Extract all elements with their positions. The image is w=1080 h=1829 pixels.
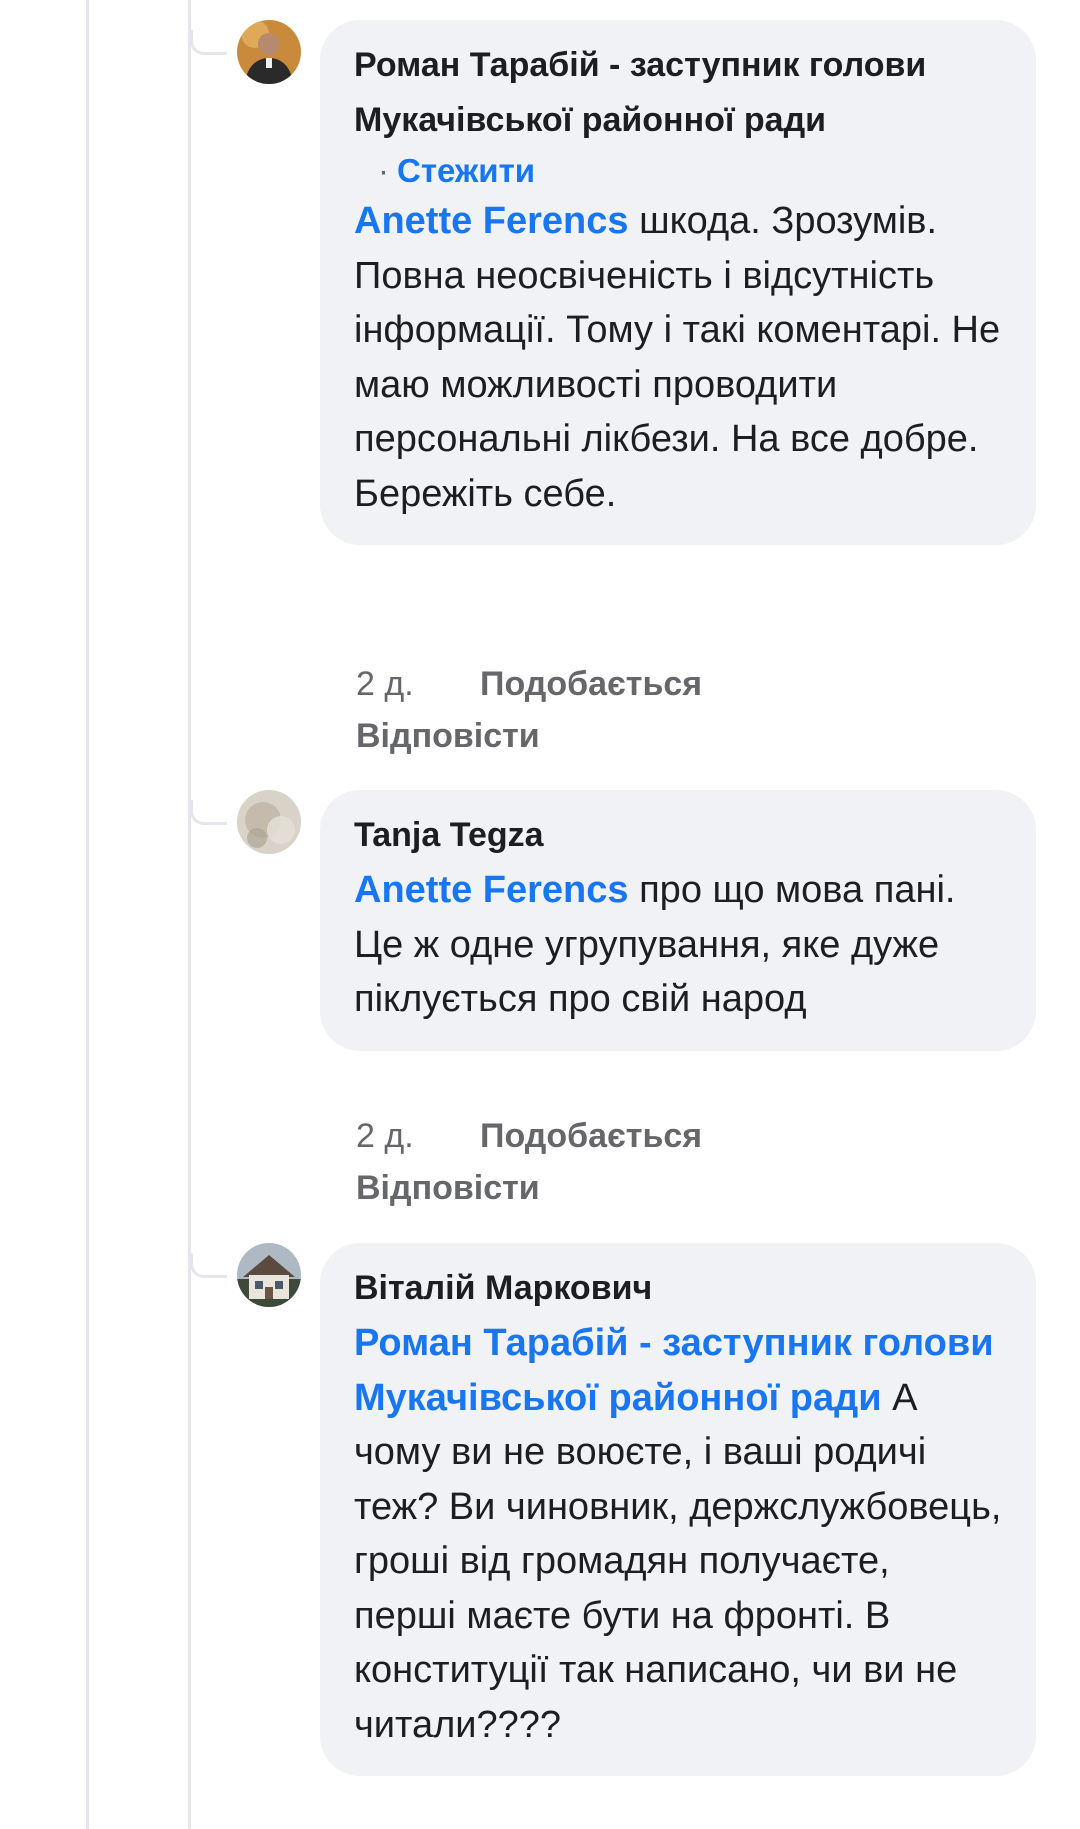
comment-text: Anette Ferencs про що мова пані. Це ж од… — [354, 863, 1002, 1027]
comment-body: шкода. Зрозумів. Повна неосвіченість і в… — [354, 200, 1001, 515]
thread-line-outer — [86, 0, 89, 1829]
separator-dot: · — [378, 152, 389, 189]
comment-time[interactable]: 2 д. — [356, 1110, 480, 1162]
reply-connector — [190, 30, 227, 55]
comment-bubble: Віталій Маркович Роман Тарабій - заступн… — [320, 1243, 1036, 1776]
profile-photo-man-icon — [237, 20, 301, 84]
avatar[interactable] — [237, 20, 301, 84]
like-button[interactable]: Подобається — [480, 1117, 702, 1155]
comment-actions: 2 д. Подобається Відповісти — [356, 658, 702, 762]
profile-photo-house-icon — [237, 1243, 301, 1307]
comment-text: Роман Тарабій - заступник голови Мукачів… — [354, 1316, 1002, 1752]
comment-text: Anette Ferencs шкода. Зрозумів. Повна не… — [354, 194, 1002, 521]
comment-bubble: Tanja Tegza Anette Ferencs про що мова п… — [320, 790, 1036, 1051]
mention-link[interactable]: Anette Ferencs — [354, 200, 629, 242]
comment-body: А чому ви не воюєте, і ваші родичі теж? … — [354, 1376, 1002, 1746]
avatar[interactable] — [237, 790, 301, 854]
reply-button[interactable]: Відповісти — [356, 1162, 702, 1214]
mention-link[interactable]: Anette Ferencs — [354, 869, 629, 911]
comment-author[interactable]: Віталій Маркович — [354, 1261, 1002, 1316]
reply-connector — [190, 800, 227, 825]
comment-actions: 2 д. Подобається Відповісти — [356, 1110, 702, 1214]
like-button[interactable]: Подобається — [480, 665, 702, 703]
profile-photo-blurred-icon — [237, 790, 301, 854]
comment-author[interactable]: Tanja Tegza — [354, 808, 1002, 863]
reply-connector — [190, 1253, 227, 1278]
reply-button[interactable]: Відповісти — [356, 710, 702, 762]
comment-author[interactable]: Роман Тарабій - заступник голови Мукачів… — [354, 38, 1002, 148]
comment-bubble: Роман Тарабій - заступник голови Мукачів… — [320, 20, 1036, 545]
avatar[interactable] — [237, 1243, 301, 1307]
follow-button[interactable]: Стежити — [397, 152, 535, 189]
thread-line-inner — [188, 0, 191, 1829]
follow-row: · Стежити — [354, 148, 1002, 194]
comment-time[interactable]: 2 д. — [356, 658, 480, 710]
